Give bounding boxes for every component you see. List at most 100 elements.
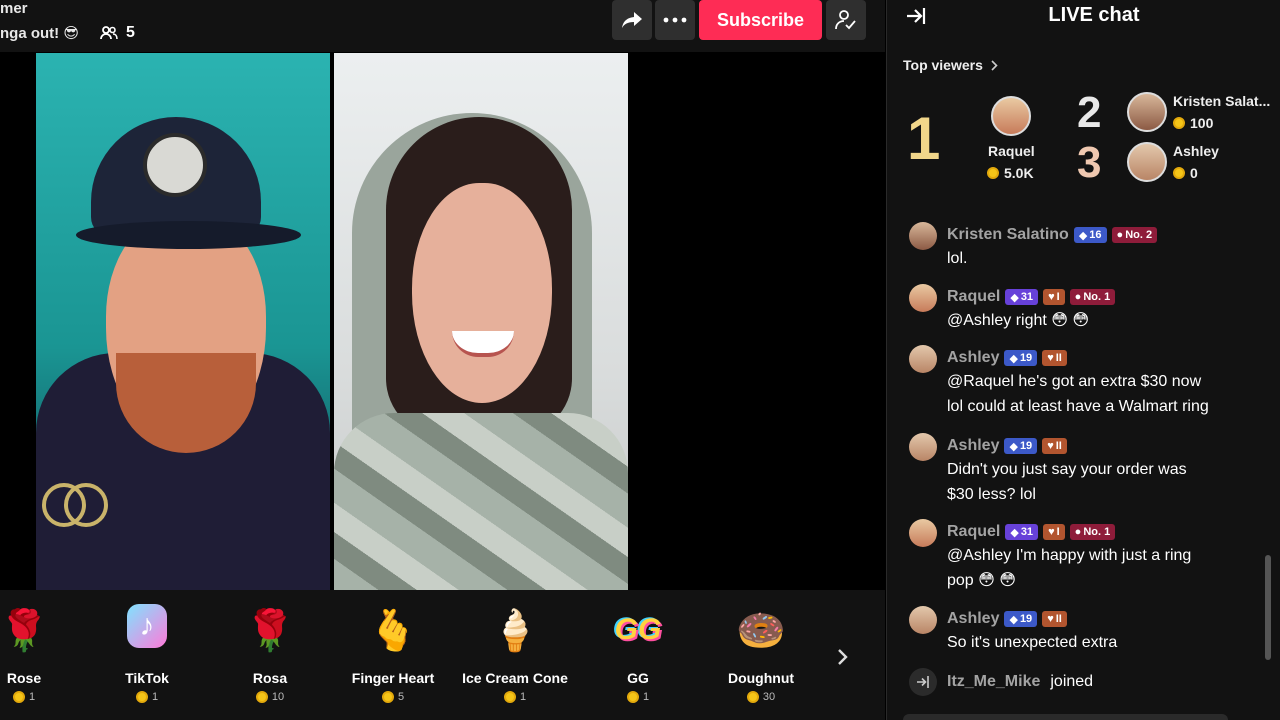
gift-price: 30 [762, 691, 776, 703]
gift-gg[interactable]: GG GG 1 [578, 604, 698, 703]
coin-icon [1173, 117, 1185, 129]
more-options-button[interactable] [655, 0, 695, 40]
gift-price: 5 [397, 691, 405, 703]
more-icon [663, 17, 687, 23]
coin-icon [12, 691, 25, 703]
host-video-feed[interactable] [36, 53, 330, 590]
chat-text: So it's unexpected extra [947, 634, 1118, 651]
coin-icon [135, 691, 148, 703]
chat-username[interactable]: Ashley [947, 610, 999, 628]
gift-label: Ice Cream Cone [462, 670, 568, 686]
gift-price: 1 [519, 691, 527, 703]
chat-text: @Ashley I'm happy with just a ring [947, 547, 1192, 564]
join-username[interactable]: Itz_Me_Mike [947, 673, 1040, 691]
rank-number: 3 [1077, 138, 1102, 187]
chat-message-list[interactable]: Kristen Salatino ◆ 16 ● No. 2 lol. Raque… [887, 205, 1267, 710]
gift-label: Rosa [252, 670, 288, 686]
gift-rose[interactable]: 🌹 Rose 1 [0, 604, 84, 703]
share-icon [622, 12, 642, 28]
subscribe-button[interactable]: Subscribe [699, 0, 822, 40]
top-viewer-avatar[interactable] [1127, 142, 1167, 182]
chat-text: @Raquel he's got an extra $30 now [947, 373, 1202, 390]
share-button[interactable] [612, 0, 652, 40]
avatar[interactable] [909, 606, 937, 634]
chat-text: @Ashley right 😳 😳 [947, 312, 1090, 329]
chat-username[interactable]: Ashley [947, 437, 999, 455]
avatar[interactable] [909, 222, 937, 250]
coin-icon [746, 691, 759, 703]
live-stream-area: mer nga out! 😎 5 Subscribe 🌹 Rose 1 ♪ Ti… [0, 0, 885, 720]
chat-input[interactable] [903, 714, 1228, 720]
top-viewer-avatar[interactable] [1127, 92, 1167, 132]
gift-next-button[interactable] [830, 644, 856, 670]
coin-icon [503, 691, 516, 703]
level-badge: ◆ 19 [1004, 350, 1038, 366]
chat-text: Didn't you just say your order was [947, 461, 1187, 478]
chat-username[interactable]: Raquel [947, 523, 1000, 541]
level-badge: ◆ 31 [1005, 289, 1039, 305]
avatar[interactable] [909, 433, 937, 461]
top-viewer-name[interactable]: Raquel [988, 143, 1035, 159]
level-badge: ◆ 31 [1005, 524, 1039, 540]
stream-header: mer nga out! 😎 5 Subscribe [0, 0, 885, 52]
chat-message: Ashley ◆ 19 ♥ II Didn't you just say you… [909, 433, 1259, 511]
coin-icon [381, 691, 394, 703]
level-badge: ◆ 19 [1004, 611, 1038, 627]
coin-icon [626, 691, 639, 703]
gift-doughnut[interactable]: 🍩 Doughnut 30 [701, 604, 821, 703]
chat-title: LIVE chat [1048, 4, 1140, 26]
coin-icon [255, 691, 268, 703]
gift-rosa[interactable]: 🌹 Rosa 10 [210, 604, 330, 703]
guest-camo-hoodie [334, 413, 628, 590]
chat-username[interactable]: Ashley [947, 349, 999, 367]
profile-check-button[interactable] [826, 0, 866, 40]
guest-video-feed[interactable] [334, 53, 628, 590]
chat-username[interactable]: Kristen Salatino [947, 226, 1069, 244]
rose-icon: 🌹 [0, 608, 49, 653]
guest-face [412, 183, 552, 403]
top-viewer-coins: 0 [1190, 165, 1198, 181]
chat-text: lol could at least have a Walmart ring [947, 398, 1209, 415]
chat-text: pop 😳 😳 [947, 572, 1016, 589]
collapse-chat-icon[interactable] [905, 5, 927, 27]
avatar[interactable] [909, 345, 937, 373]
ice-cream-icon: 🍦 [490, 608, 540, 653]
level-badge: ◆ 19 [1004, 438, 1038, 454]
stream-title: nga out! 😎 [0, 25, 79, 42]
join-icon [909, 668, 937, 696]
top-viewer-name[interactable]: Kristen Salat... [1173, 93, 1270, 109]
top-viewer-coins: 100 [1190, 115, 1214, 131]
viewer-count[interactable]: 5 [100, 24, 135, 42]
chat-scrollbar[interactable] [1265, 555, 1271, 660]
gift-tiktok[interactable]: ♪ TikTok 1 [87, 604, 207, 703]
top-viewer-name[interactable]: Ashley [1173, 143, 1219, 159]
host-name[interactable]: mer [0, 0, 28, 17]
rank-badge: ● No. 2 [1111, 227, 1158, 243]
fan-badge: ♥ II [1042, 611, 1067, 627]
gift-label: Doughnut [727, 670, 795, 686]
gift-ice-cream-cone[interactable]: 🍦 Ice Cream Cone 1 [455, 604, 575, 703]
chevron-right-icon [991, 59, 998, 71]
fan-badge: ♥ II [1042, 350, 1067, 366]
chat-message: Ashley ◆ 19 ♥ II @Raquel he's got an ext… [909, 345, 1259, 423]
top-viewers-link[interactable]: Top viewers [903, 57, 998, 73]
avatar[interactable] [909, 284, 937, 312]
level-badge: ◆ 16 [1073, 227, 1107, 243]
gift-price: 1 [151, 691, 159, 703]
live-chat-panel: LIVE chat Top viewers 1 Raquel 5.0K 2 Kr… [886, 0, 1280, 720]
chat-message: Raquel ◆ 31 ♥ I ● No. 1 @Ashley I'm happ… [909, 519, 1259, 597]
avatar[interactable] [909, 519, 937, 547]
gg-icon: GG [614, 613, 662, 646]
chat-username[interactable]: Raquel [947, 288, 1000, 306]
coin-icon [987, 167, 999, 179]
gift-finger-heart[interactable]: 🫰 Finger Heart 5 [333, 604, 453, 703]
join-notice: Itz_Me_Mike joined [909, 668, 1093, 696]
join-text: joined [1050, 673, 1094, 690]
top-viewer-avatar[interactable] [991, 96, 1031, 136]
gift-label: Finger Heart [351, 670, 435, 686]
tiktok-icon: ♪ [127, 604, 167, 648]
chat-text: lol. [947, 250, 968, 267]
host-cap-brim [76, 221, 301, 249]
chat-message: Kristen Salatino ◆ 16 ● No. 2 lol. [909, 222, 1259, 274]
fan-badge: ♥ I [1043, 524, 1065, 540]
